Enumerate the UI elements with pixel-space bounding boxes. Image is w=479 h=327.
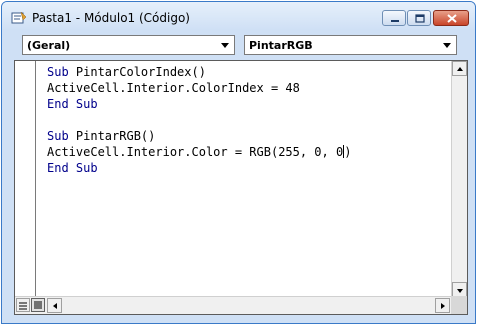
code-line[interactable]: End Sub: [47, 160, 351, 176]
minimize-button[interactable]: [382, 10, 406, 26]
procedure-view-icon[interactable]: [16, 298, 30, 312]
maximize-icon: [415, 14, 425, 23]
code-line[interactable]: ​: [47, 112, 351, 128]
code-editor[interactable]: Sub PintarColorIndex() ActiveCell.Interio…: [14, 60, 468, 315]
code-line[interactable]: End Sub: [47, 96, 351, 112]
title-bar[interactable]: Pasta1 - Módulo1 (Código): [2, 2, 475, 30]
horizontal-scrollbar[interactable]: [15, 296, 467, 314]
scroll-right-button[interactable]: [435, 298, 450, 313]
scrollbar-corner: [451, 296, 467, 314]
vba-app-icon[interactable]: [11, 10, 27, 24]
close-icon: [447, 14, 457, 23]
window-title: Pasta1 - Módulo1 (Código): [32, 11, 190, 25]
code-area[interactable]: Sub PintarColorIndex() ActiveCell.Interio…: [47, 64, 351, 176]
code-line[interactable]: Sub PintarColorIndex(): [47, 64, 351, 80]
minimize-icon: [391, 20, 399, 22]
code-window: Pasta1 - Módulo1 (Código) (Geral) Pintar…: [1, 1, 476, 324]
code-line[interactable]: ActiveCell.Interior.Color = RGB(255, 0, …: [47, 144, 351, 160]
arrow-up-icon: [457, 67, 463, 71]
keyword: End: [47, 97, 69, 111]
arrow-left-icon: [53, 303, 57, 309]
procedure-dropdown[interactable]: PintarRGB: [244, 35, 457, 55]
maximize-button[interactable]: [407, 10, 431, 26]
scroll-up-button[interactable]: [452, 61, 467, 76]
keyword: Sub: [47, 129, 69, 143]
code-line[interactable]: ActiveCell.Interior.ColorIndex = 48: [47, 80, 351, 96]
close-button[interactable]: [433, 10, 469, 26]
keyword: End: [47, 161, 69, 175]
object-dropdown-value: (Geral): [27, 39, 71, 52]
scroll-left-button[interactable]: [47, 298, 62, 313]
procedure-dropdown-value: PintarRGB: [249, 39, 313, 52]
arrow-right-icon: [441, 303, 445, 309]
margin-indicator-bar[interactable]: [15, 61, 36, 297]
scroll-down-button[interactable]: [452, 282, 467, 297]
code-text: ActiveCell.Interior.Color = RGB(255, 0, …: [47, 145, 344, 159]
keyword: Sub: [47, 65, 69, 79]
code-text: ActiveCell.Interior.ColorIndex = 48: [47, 81, 300, 95]
vertical-scrollbar[interactable]: [451, 61, 467, 297]
object-dropdown[interactable]: (Geral): [22, 35, 235, 55]
full-module-view-icon[interactable]: [31, 298, 45, 312]
code-text: PintarColorIndex(): [68, 65, 206, 79]
code-text: PintarRGB(): [68, 129, 156, 143]
chevron-down-icon[interactable]: [439, 37, 455, 53]
keyword: Sub: [75, 161, 98, 175]
code-text: ): [344, 145, 352, 159]
code-line[interactable]: Sub PintarRGB(): [47, 128, 351, 144]
chevron-down-icon[interactable]: [217, 37, 233, 53]
keyword: Sub: [75, 97, 98, 111]
